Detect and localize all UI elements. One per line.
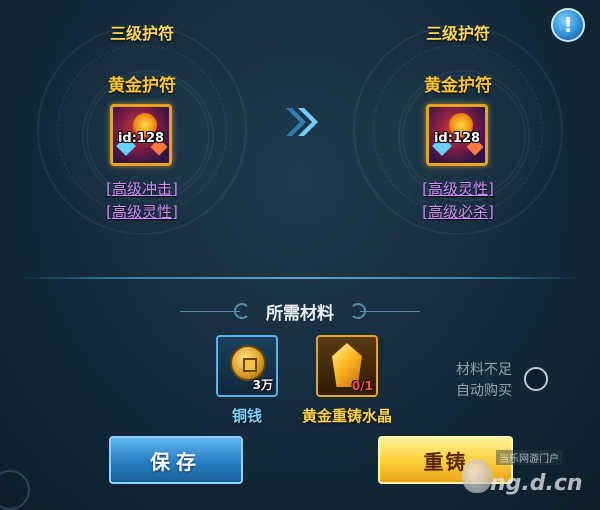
left-attribute-2[interactable]: [高级灵性] xyxy=(72,201,212,222)
info-icon[interactable]: ! xyxy=(551,8,585,42)
auto-buy-line-1: 材料不足 xyxy=(456,362,512,378)
save-button[interactable]: 保存 xyxy=(109,436,243,484)
auto-buy-toggle[interactable] xyxy=(524,367,548,391)
left-item-name: 黄金护符 xyxy=(108,76,176,96)
section-divider xyxy=(20,277,580,279)
watermark: 当乐网游门户 ng.d.cn xyxy=(460,447,600,507)
left-item-slot[interactable]: id:128 xyxy=(110,104,172,166)
crystal-quantity: 0/1 xyxy=(351,379,373,393)
left-tier-label: 三级护符 xyxy=(109,24,174,43)
right-tier-label: 三级护符 xyxy=(425,24,490,43)
materials-header: 所需材料 xyxy=(180,297,420,327)
coin-label: 铜钱 xyxy=(231,407,262,425)
watermark-logo-icon xyxy=(462,459,492,493)
auto-buy-label: 材料不足 自动购买 xyxy=(444,360,524,402)
right-item-name: 黄金护符 xyxy=(424,76,492,96)
arrow-right-icon xyxy=(286,108,318,136)
right-item-slot[interactable]: id:128 xyxy=(426,104,488,166)
ornament-line xyxy=(360,311,420,312)
right-attribute-2[interactable]: [高级必杀] xyxy=(388,201,528,222)
right-attribute-1[interactable]: [高级灵性] xyxy=(388,178,528,199)
corner-ornament xyxy=(0,470,30,510)
crystal-label: 黄金重铸水晶 xyxy=(301,407,392,425)
coin-material-slot[interactable]: 3万 xyxy=(216,335,278,397)
watermark-text: ng.d.cn xyxy=(490,471,583,496)
left-attribute-1[interactable]: [高级冲击] xyxy=(72,178,212,199)
right-item-id: id:128 xyxy=(433,131,481,146)
coin-quantity: 3万 xyxy=(252,378,273,392)
left-item-id: id:128 xyxy=(117,131,165,146)
crystal-material-slot[interactable]: 0/1 xyxy=(316,335,378,397)
recast-panel: ! 三级护符 黄金护符 id:128 [高级冲击] [高级灵性] 三级护符 黄金… xyxy=(0,0,600,510)
watermark-subtitle: 当乐网游门户 xyxy=(496,450,562,465)
auto-buy-line-2: 自动购买 xyxy=(456,383,512,399)
